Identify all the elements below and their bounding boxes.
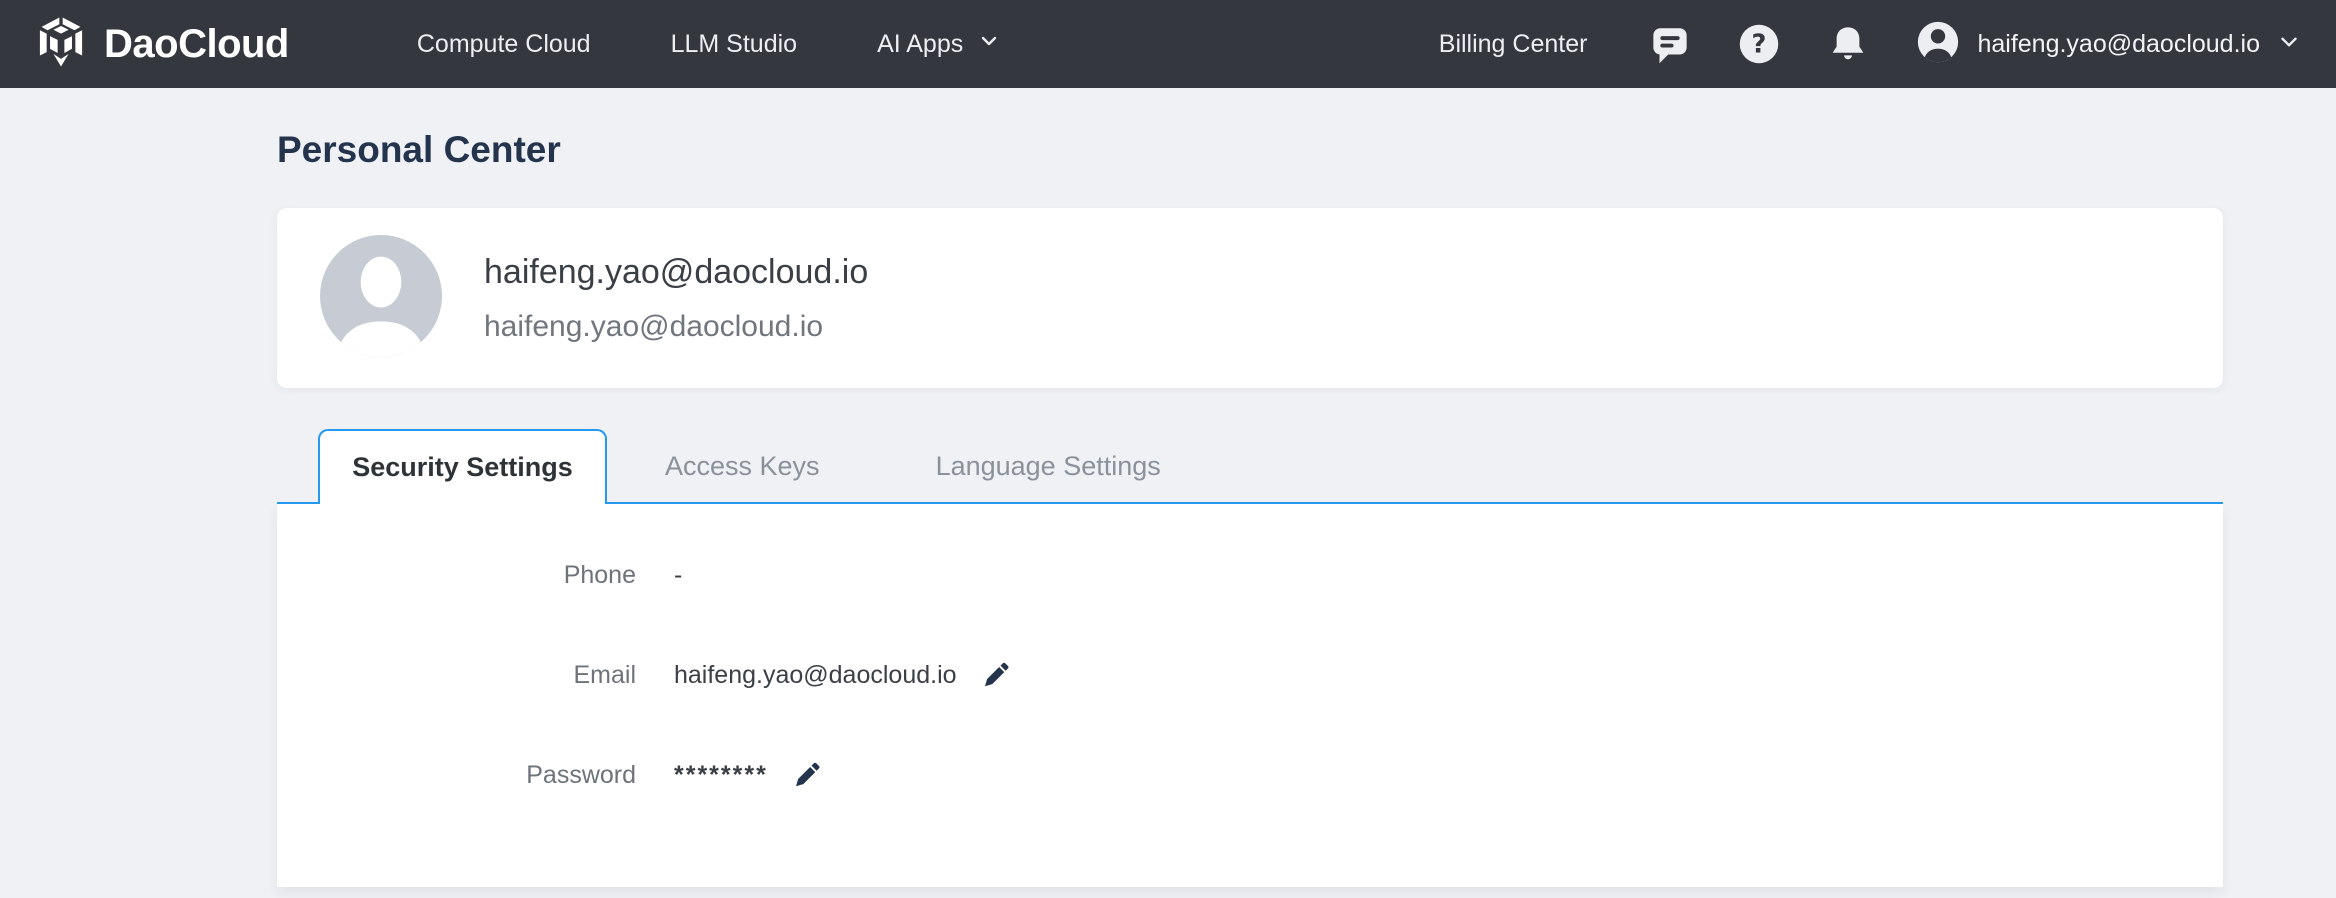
nav-label: AI Apps (877, 29, 964, 58)
tab-label: Security Settings (352, 452, 573, 482)
phone-value: - (674, 560, 683, 589)
nav-item-ai-apps[interactable]: AI Apps (877, 29, 1001, 60)
topbar: DaoCloud Compute Cloud LLM Studio AI App… (0, 0, 2336, 88)
password-label: Password (526, 760, 636, 789)
brand-logo[interactable]: DaoCloud (34, 15, 289, 74)
password-value: ******** (674, 760, 768, 789)
account-menu[interactable]: haifeng.yao@daocloud.io (1915, 19, 2302, 70)
notifications-bell-icon[interactable] (1827, 23, 1869, 65)
topbar-right: Billing Center ? haifeng.yao@daocloud.io (1439, 19, 2302, 70)
top-navigation: Compute Cloud LLM Studio AI Apps (417, 29, 1001, 60)
profile-display-name: haifeng.yao@daocloud.io (484, 252, 869, 291)
email-label: Email (573, 660, 636, 689)
tab-language-settings[interactable]: Language Settings (878, 429, 1219, 504)
tab-label: Access Keys (665, 451, 820, 481)
profile-avatar (320, 234, 442, 362)
account-email: haifeng.yao@daocloud.io (1977, 29, 2260, 58)
billing-center-link[interactable]: Billing Center (1439, 30, 1588, 59)
daocloud-cube-icon (34, 15, 88, 74)
main-content: Personal Center haifeng.yao@daocloud.io … (277, 128, 2223, 887)
nav-label: LLM Studio (670, 29, 798, 58)
email-value: haifeng.yao@daocloud.io (674, 660, 957, 689)
account-chevron-down-icon (2276, 29, 2302, 60)
tab-access-keys[interactable]: Access Keys (607, 429, 878, 504)
tab-security-settings[interactable]: Security Settings (318, 429, 607, 504)
phone-row: Phone - (277, 559, 2223, 591)
profile-card: haifeng.yao@daocloud.io haifeng.yao@daoc… (277, 208, 2223, 388)
tab-bar: Security Settings Access Keys Language S… (277, 429, 2223, 504)
profile-email: haifeng.yao@daocloud.io (484, 309, 824, 343)
security-settings-panel: Phone - Email haifeng.yao@daocloud.io Pa… (277, 504, 2223, 887)
email-row: Email haifeng.yao@daocloud.io (277, 659, 2223, 691)
profile-texts: haifeng.yao@daocloud.io haifeng.yao@daoc… (484, 253, 868, 344)
edit-password-pencil-icon[interactable] (792, 760, 822, 790)
brand-name: DaoCloud (104, 21, 289, 66)
nav-item-compute-cloud[interactable]: Compute Cloud (417, 30, 591, 59)
svg-text:?: ? (1752, 29, 1767, 59)
chevron-down-icon (977, 29, 1001, 60)
feedback-chat-icon[interactable] (1649, 23, 1691, 65)
nav-label: Compute Cloud (416, 29, 591, 58)
page-title: Personal Center (277, 129, 561, 170)
help-icon[interactable]: ? (1737, 22, 1781, 66)
account-avatar-icon (1915, 19, 1961, 70)
password-row: Password ******** (277, 759, 2223, 791)
tab-label: Language Settings (935, 451, 1161, 481)
edit-email-pencil-icon[interactable] (981, 660, 1011, 690)
nav-item-llm-studio[interactable]: LLM Studio (671, 30, 797, 59)
phone-label: Phone (563, 560, 636, 589)
